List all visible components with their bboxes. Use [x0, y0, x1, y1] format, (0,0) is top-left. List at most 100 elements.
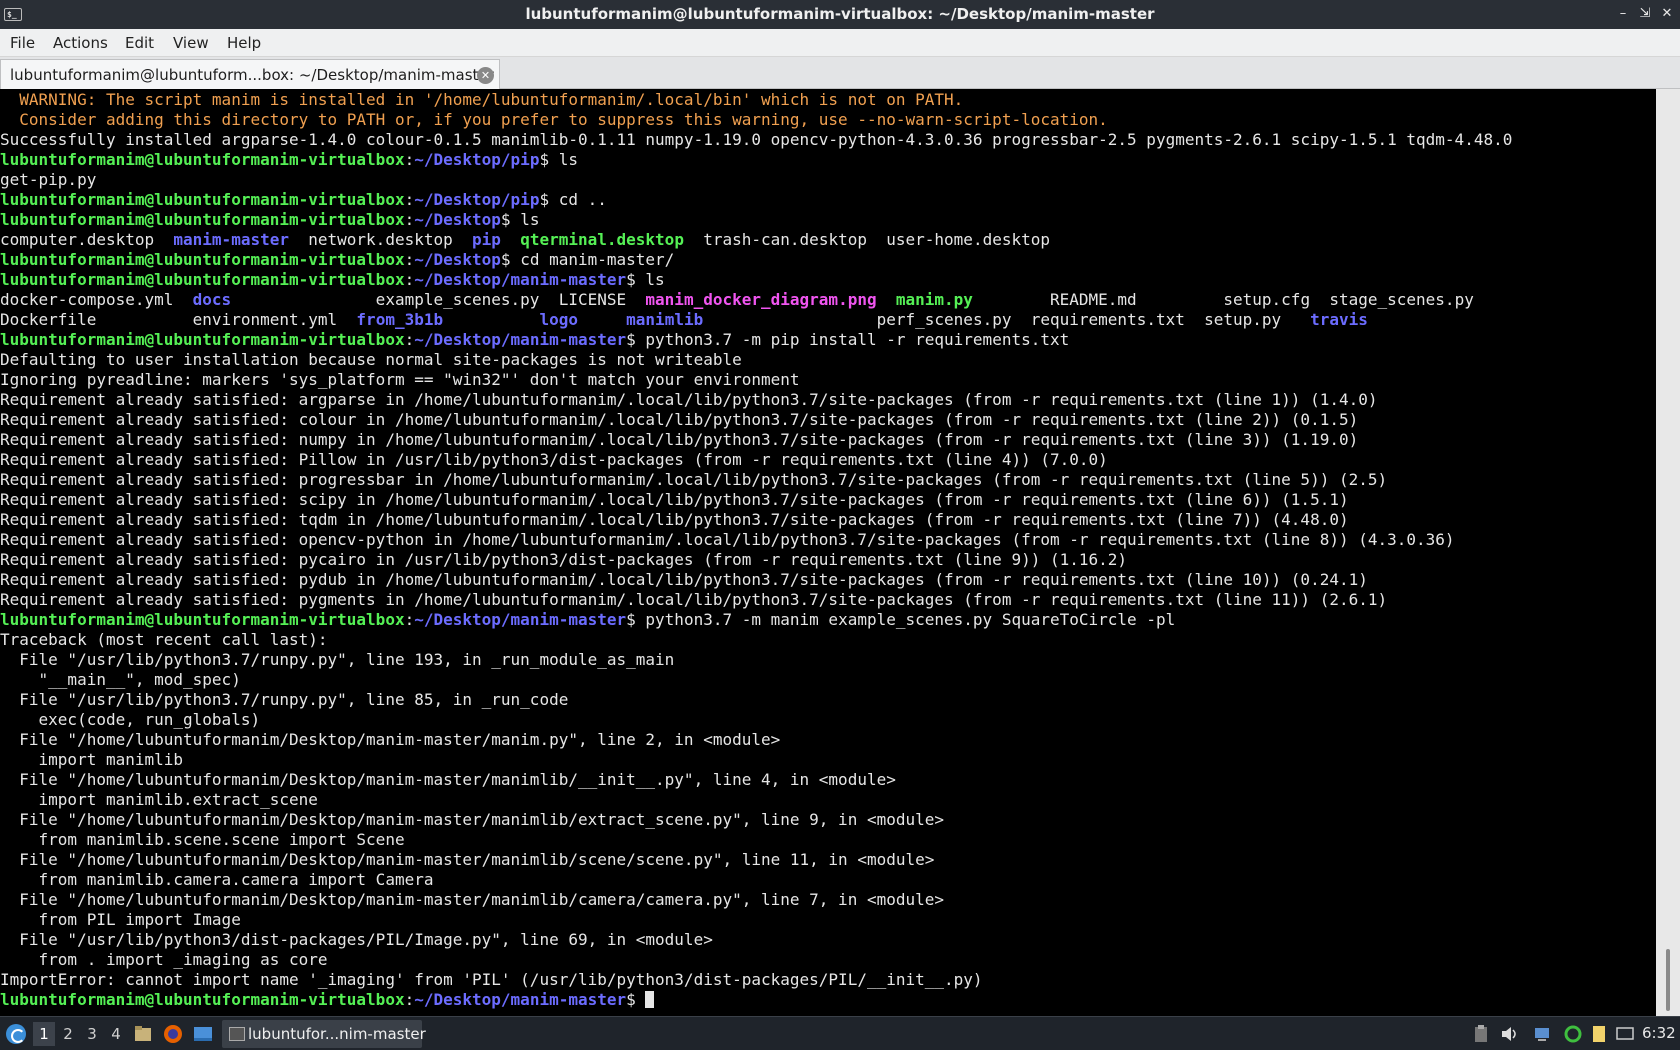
- terminal-line: Consider adding this directory to PATH o…: [0, 110, 1656, 130]
- workspace-1[interactable]: 1: [33, 1022, 55, 1046]
- terminal-text: File "/home/lubuntuformanim/Desktop/mani…: [0, 730, 781, 749]
- terminal-line: Requirement already satisfied: numpy in …: [0, 430, 1656, 450]
- terminal-text: File "/home/lubuntuformanim/Desktop/mani…: [0, 810, 945, 829]
- prompt-user: lubuntuformanim@lubuntuformanim-virtualb…: [0, 990, 405, 1009]
- prompt-path: ~/Desktop/pip: [414, 150, 540, 169]
- terminal-text: Requirement already satisfied: pygments …: [0, 590, 1388, 609]
- notes-icon[interactable]: [1590, 1025, 1608, 1043]
- terminal-text: File "/usr/lib/python3.7/runpy.py", line…: [0, 650, 675, 669]
- terminal-line: from manimlib.scene.scene import Scene: [0, 830, 1656, 850]
- menu-help[interactable]: Help: [227, 34, 261, 52]
- terminal-text: example_scenes.py LICENSE: [231, 290, 646, 309]
- terminal-text: Requirement already satisfied: opencv-py…: [0, 530, 1455, 549]
- terminal-text: $ cd manim-master/: [500, 250, 675, 269]
- menu-actions[interactable]: Actions: [53, 34, 108, 52]
- terminal-line: WARNING: The script manim is installed i…: [0, 90, 1656, 110]
- terminal-text: docs: [192, 290, 232, 309]
- terminal-text: $ ls: [626, 270, 665, 289]
- tab-close-icon[interactable]: ✕: [477, 67, 494, 84]
- terminal-line: Requirement already satisfied: argparse …: [0, 390, 1656, 410]
- terminal-line: exec(code, run_globals): [0, 710, 1656, 730]
- terminal-line: Requirement already satisfied: colour in…: [0, 410, 1656, 430]
- workspace-4[interactable]: 4: [105, 1022, 127, 1046]
- workspace-3[interactable]: 3: [81, 1022, 103, 1046]
- clipboard-icon[interactable]: [1472, 1025, 1490, 1043]
- terminal-text: logo: [539, 310, 578, 329]
- task-label: lubuntufor...nim-master: [248, 1025, 426, 1043]
- terminal-text: File "/home/lubuntuformanim/Desktop/mani…: [0, 770, 896, 789]
- window-titlebar: $_ lubuntuformanim@lubuntuformanim-virtu…: [0, 0, 1680, 29]
- terminal-line: Requirement already satisfied: pydub in …: [0, 570, 1656, 590]
- terminal-line: get-pip.py: [0, 170, 1656, 190]
- terminal-text: WARNING: The script manim is installed i…: [0, 90, 964, 109]
- terminal-line: File "/home/lubuntuformanim/Desktop/mani…: [0, 730, 1656, 750]
- network-icon[interactable]: [1534, 1025, 1552, 1043]
- terminal-output[interactable]: WARNING: The script manim is installed i…: [0, 89, 1656, 1016]
- terminal-text: manim_docker_diagram.png: [645, 290, 877, 309]
- prompt-user: lubuntuformanim@lubuntuformanim-virtualb…: [0, 270, 405, 289]
- prompt-user: lubuntuformanim@lubuntuformanim-virtualb…: [0, 190, 405, 209]
- terminal-text: pip: [472, 230, 501, 249]
- terminal-text: network.desktop: [288, 230, 473, 249]
- tab-terminal[interactable]: lubuntuformanim@lubuntuform...box: ~/Des…: [0, 59, 500, 89]
- workspace-2[interactable]: 2: [57, 1022, 79, 1046]
- maximize-icon[interactable]: ⇲: [1636, 4, 1654, 24]
- terminal-line: Requirement already satisfied: Pillow in…: [0, 450, 1656, 470]
- terminal-line: "__main__", mod_spec): [0, 670, 1656, 690]
- file-manager-icon[interactable]: [133, 1024, 153, 1044]
- terminal-line: File "/home/lubuntuformanim/Desktop/mani…: [0, 890, 1656, 910]
- terminal-text: from PIL import Image: [0, 910, 241, 929]
- terminal-line: Requirement already satisfied: pygments …: [0, 590, 1656, 610]
- terminal-text: from . import _imaging as core: [0, 950, 328, 969]
- terminal-line: File "/usr/lib/python3.7/runpy.py", line…: [0, 650, 1656, 670]
- terminal-text: import manimlib.extract_scene: [0, 790, 318, 809]
- terminal-text: from manimlib.camera.camera import Camer…: [0, 870, 434, 889]
- close-icon[interactable]: ✕: [1658, 4, 1676, 24]
- terminal-line: File "/usr/lib/python3.7/runpy.py", line…: [0, 690, 1656, 710]
- volume-icon[interactable]: [1500, 1025, 1518, 1043]
- terminal-text: :: [404, 210, 415, 229]
- menu-file[interactable]: File: [10, 34, 35, 52]
- terminal-line: lubuntuformanim@lubuntuformanim-virtualb…: [0, 190, 1656, 210]
- prompt-path: ~/Desktop/pip: [414, 190, 540, 209]
- terminal-text: Requirement already satisfied: tqdm in /…: [0, 510, 1349, 529]
- terminal-text: Successfully installed argparse-1.4.0 co…: [0, 130, 1513, 149]
- tab-bar: lubuntuformanim@lubuntuform...box: ~/Des…: [0, 57, 1680, 89]
- status-ring-icon[interactable]: [1564, 1025, 1582, 1043]
- terminal-text: :: [404, 250, 415, 269]
- terminal-line: lubuntuformanim@lubuntuformanim-virtualb…: [0, 210, 1656, 230]
- terminal-text: computer.desktop: [0, 230, 174, 249]
- prompt-path: ~/Desktop/manim-master: [414, 270, 627, 289]
- taskbar: 1 2 3 4 lubuntufor...nim-master 6:32: [0, 1016, 1680, 1050]
- terminal-text: Dockerfile environment.yml: [0, 310, 357, 329]
- prompt-user: lubuntuformanim@lubuntuformanim-virtualb…: [0, 250, 405, 269]
- terminal-scrollbar[interactable]: [1656, 89, 1680, 1016]
- start-menu-icon[interactable]: [6, 1024, 26, 1044]
- terminal-line: Requirement already satisfied: scipy in …: [0, 490, 1656, 510]
- terminal-line: Requirement already satisfied: pycairo i…: [0, 550, 1656, 570]
- menu-view[interactable]: View: [173, 34, 209, 52]
- terminal-text: travis: [1310, 310, 1368, 329]
- terminal-text: manim.py: [895, 290, 973, 309]
- minimize-icon[interactable]: –: [1614, 4, 1632, 24]
- show-desktop-icon[interactable]: [193, 1024, 213, 1044]
- terminal-text: Requirement already satisfied: pydub in …: [0, 570, 1368, 589]
- terminal-line: File "/home/lubuntuformanim/Desktop/mani…: [0, 810, 1656, 830]
- taskbar-task-terminal[interactable]: lubuntufor...nim-master: [222, 1020, 426, 1048]
- display-icon[interactable]: [1616, 1025, 1634, 1043]
- terminal-text: File "/usr/lib/python3.7/runpy.py", line…: [0, 690, 569, 709]
- menu-edit[interactable]: Edit: [125, 34, 154, 52]
- terminal-line: docker-compose.yml docs example_scenes.p…: [0, 290, 1656, 310]
- terminal-line: from PIL import Image: [0, 910, 1656, 930]
- terminal-line: lubuntuformanim@lubuntuformanim-virtualb…: [0, 270, 1656, 290]
- scrollbar-thumb[interactable]: [1666, 949, 1670, 1011]
- firefox-icon[interactable]: [163, 1024, 183, 1044]
- terminal-text: Traceback (most recent call last):: [0, 630, 328, 649]
- terminal-text: Consider adding this directory to PATH o…: [0, 110, 1108, 129]
- terminal-line: computer.desktop manim-master network.de…: [0, 230, 1656, 250]
- terminal-line: Requirement already satisfied: tqdm in /…: [0, 510, 1656, 530]
- terminal-line: lubuntuformanim@lubuntuformanim-virtualb…: [0, 610, 1656, 630]
- terminal-text: from manimlib.scene.scene import Scene: [0, 830, 405, 849]
